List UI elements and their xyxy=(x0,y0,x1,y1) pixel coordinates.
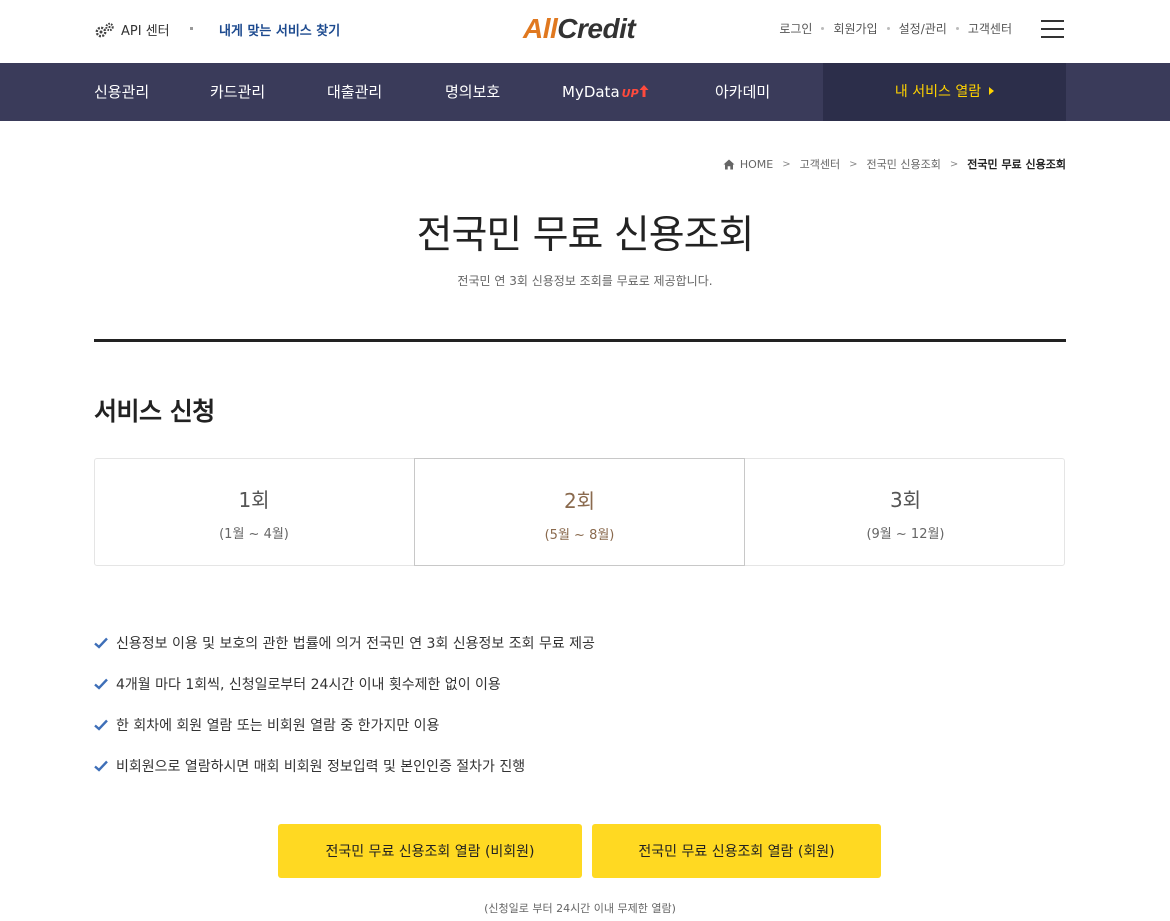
find-service-link[interactable]: 내게 맞는 서비스 찾기 xyxy=(219,20,340,39)
view-member-button[interactable]: 전국민 무료 신용조회 열람 (회원) xyxy=(592,824,881,878)
my-service-label: 내 서비스 열람 xyxy=(894,84,982,100)
round-range: (5월 ~ 8월) xyxy=(544,528,615,543)
main-nav: 신용관리 카드관리 대출관리 명의보호 MyData UP 아카데미 내 서비스 … xyxy=(0,63,1170,121)
nav-credit-management[interactable]: 신용관리 xyxy=(94,63,149,121)
list-item: 한 회차에 회원 열람 또는 비회원 열람 중 한가지만 이용 xyxy=(94,704,595,745)
notice-text: 4개월 마다 1회씩, 신청일로부터 24시간 이내 횟수제한 없이 이용 xyxy=(116,676,501,693)
nav-card-management[interactable]: 카드관리 xyxy=(210,63,265,121)
util-separator xyxy=(886,27,890,30)
divider-dot xyxy=(190,27,193,30)
round-selector: 1회 (1월 ~ 4월) 2회 (5월 ~ 8월) 3회 (9월 ~ 12월) xyxy=(94,458,1065,566)
title-divider xyxy=(94,339,1066,342)
up-arrow-icon xyxy=(639,85,649,97)
triangle-right-icon xyxy=(989,87,995,95)
signup-link[interactable]: 회원가입 xyxy=(833,20,877,37)
page-title: 전국민 무료 신용조회 xyxy=(416,213,755,258)
round-range: (1월 ~ 4월) xyxy=(219,527,289,542)
breadcrumb-customer-center[interactable]: 고객센터 xyxy=(800,156,840,172)
logo-all-text: All xyxy=(523,13,558,44)
nav-mydata[interactable]: MyData UP xyxy=(562,63,649,121)
round-tab-1[interactable]: 1회 (1월 ~ 4월) xyxy=(94,458,414,566)
button-note: (신청일로 부터 24시간 이내 무제한 열람) xyxy=(484,902,676,915)
nav-mydata-label: MyData xyxy=(562,83,620,101)
round-range: (9월 ~ 12월) xyxy=(866,527,945,542)
settings-link[interactable]: 설정/관리 xyxy=(899,20,947,37)
home-icon xyxy=(723,159,735,169)
top-bar: API 센터 내게 맞는 서비스 찾기 AllCredit 로그인 회원가입 설… xyxy=(0,0,1170,63)
nav-academy[interactable]: 아카데미 xyxy=(715,63,770,121)
customer-center-link[interactable]: 고객센터 xyxy=(968,20,1012,37)
logo-credit-text: Credit xyxy=(557,13,636,44)
check-icon xyxy=(94,637,108,649)
chevron-right-icon: > xyxy=(949,158,959,170)
round-tab-2[interactable]: 2회 (5월 ~ 8월) xyxy=(414,458,745,566)
breadcrumb-home[interactable]: HOME xyxy=(740,158,773,171)
view-nonmember-button[interactable]: 전국민 무료 신용조회 열람 (비회원) xyxy=(278,824,582,878)
util-separator xyxy=(955,27,959,30)
round-label: 3회 xyxy=(889,488,922,512)
round-tab-3[interactable]: 3회 (9월 ~ 12월) xyxy=(745,458,1066,566)
nav-loan-management[interactable]: 대출관리 xyxy=(327,63,382,121)
list-item: 4개월 마다 1회씩, 신청일로부터 24시간 이내 횟수제한 없이 이용 xyxy=(94,663,595,704)
check-icon xyxy=(94,678,108,690)
mydata-up-badge: UP xyxy=(621,87,639,100)
notice-list: 신용정보 이용 및 보호의 관한 법률에 의거 전국민 연 3회 신용정보 조회… xyxy=(94,622,595,786)
hamburger-menu-icon[interactable] xyxy=(1041,20,1064,38)
list-item: 비회원으로 열람하시면 매회 비회원 정보입력 및 본인인증 절차가 진행 xyxy=(94,745,595,786)
util-separator xyxy=(821,27,825,30)
breadcrumb: HOME > 고객센터 > 전국민 신용조회 > 전국민 무료 신용조회 xyxy=(723,156,1066,172)
notice-text: 비회원으로 열람하시면 매회 비회원 정보입력 및 본인인증 절차가 진행 xyxy=(116,758,526,775)
nav-identity-protection[interactable]: 명의보호 xyxy=(445,63,500,121)
chevron-right-icon: > xyxy=(782,158,791,170)
login-link[interactable]: 로그인 xyxy=(779,20,812,37)
chevron-right-icon: > xyxy=(849,158,858,170)
api-center-link[interactable]: API 센터 xyxy=(94,20,170,39)
gears-icon xyxy=(95,22,114,37)
utility-nav: 로그인 회원가입 설정/관리 고객센터 xyxy=(779,20,1012,37)
breadcrumb-current: 전국민 무료 신용조회 xyxy=(967,158,1066,171)
section-title: 서비스 신청 xyxy=(94,397,215,426)
notice-text: 한 회차에 회원 열람 또는 비회원 열람 중 한가지만 이용 xyxy=(116,717,440,734)
check-icon xyxy=(94,760,108,772)
round-label: 2회 xyxy=(563,489,596,513)
notice-text: 신용정보 이용 및 보호의 관한 법률에 의거 전국민 연 3회 신용정보 조회… xyxy=(116,635,595,652)
round-label: 1회 xyxy=(238,488,270,512)
list-item: 신용정보 이용 및 보호의 관한 법률에 의거 전국민 연 3회 신용정보 조회… xyxy=(94,622,595,663)
my-service-button[interactable]: 내 서비스 열람 xyxy=(823,63,1066,121)
api-center-label: API 센터 xyxy=(121,24,170,39)
page-subtitle: 전국민 연 3회 신용정보 조회를 무료로 제공합니다. xyxy=(457,274,713,288)
breadcrumb-national-credit[interactable]: 전국민 신용조회 xyxy=(867,156,941,172)
allcredit-logo[interactable]: AllCredit xyxy=(523,13,636,45)
check-icon xyxy=(94,719,108,731)
